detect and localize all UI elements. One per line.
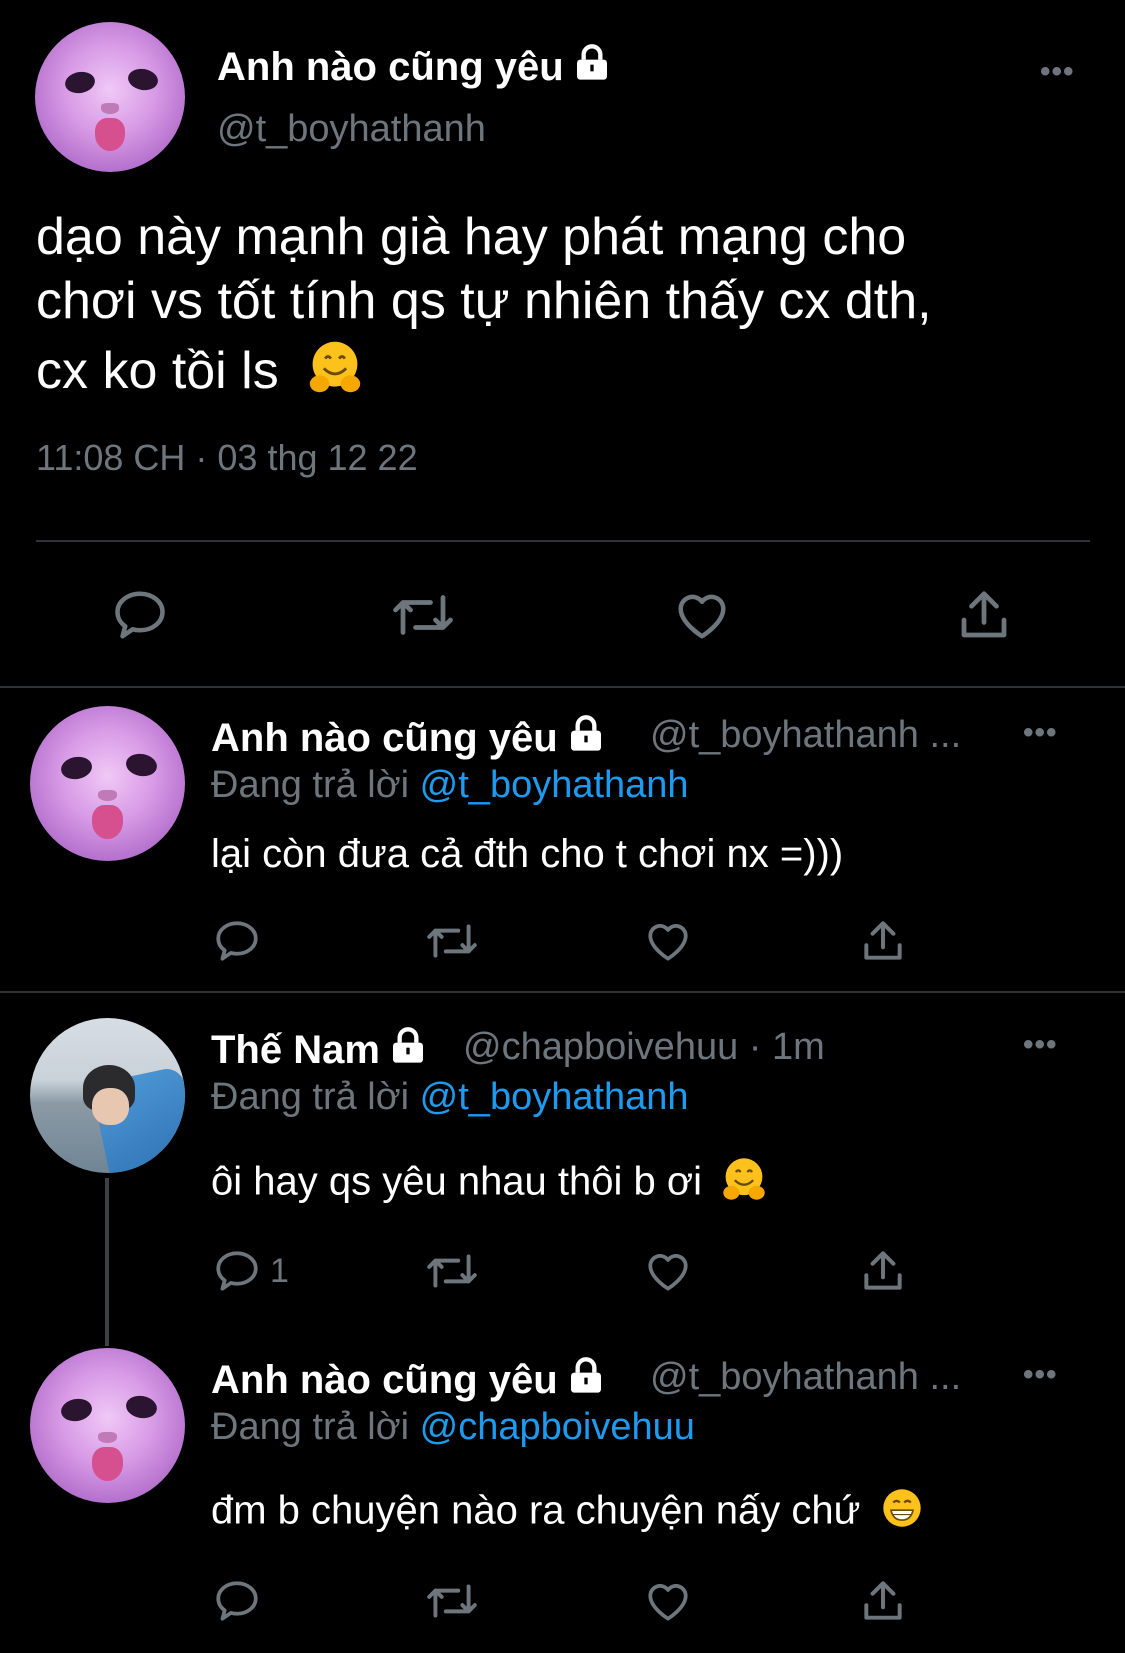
author-handle[interactable]: @t_boyhathanh ... <box>650 1356 961 1399</box>
author-handle[interactable]: @t_boyhathanh ... <box>650 714 961 757</box>
retweet-icon <box>393 595 453 635</box>
like-icon <box>678 594 726 639</box>
author-name-text: Anh nào cũng yêu <box>217 45 564 89</box>
share-icon <box>864 1251 902 1290</box>
replying-mention[interactable]: @t_boyhathanh <box>420 1076 689 1118</box>
like-icon <box>648 1254 688 1291</box>
reply-text: ôi hay qs yêu nhau thôi b ơi <box>211 1156 767 1212</box>
author-name[interactable]: Anh nào cũng yêu <box>211 1356 606 1406</box>
like-button[interactable] <box>643 1246 693 1296</box>
like-button[interactable] <box>672 585 732 645</box>
timestamp[interactable]: 11:08 CH · 03 thg 12 22 <box>36 437 418 479</box>
reply-icon <box>216 921 258 961</box>
lock-icon <box>572 43 612 93</box>
author-name[interactable]: Anh nào cũng yêu <box>211 714 606 764</box>
author-name-text: Anh nào cũng yêu <box>211 716 558 760</box>
tweet-text-line-3: cx ko tồi ls <box>36 342 279 401</box>
reply-text-content: đm b chuyện nào ra chuyện nấy chứ <box>211 1488 861 1533</box>
like-button[interactable] <box>643 1576 693 1626</box>
reply-icon <box>115 591 165 639</box>
avatar[interactable] <box>30 1018 185 1173</box>
reply-button[interactable] <box>212 1576 270 1626</box>
author-handle[interactable]: @chapboivehuu · 1m <box>463 1026 825 1069</box>
reply-text-content: ôi hay qs yêu nhau thôi b ơi <box>211 1159 702 1204</box>
avatar[interactable] <box>30 1348 185 1503</box>
replying-prefix: Đang trả lời <box>211 1076 410 1118</box>
retweet-button[interactable] <box>423 1246 481 1296</box>
more-icon[interactable]: ••• <box>1023 716 1058 750</box>
author-name-text: Thế Nam <box>211 1028 380 1072</box>
share-button[interactable] <box>858 1246 908 1296</box>
share-button[interactable] <box>954 585 1014 645</box>
main-tweet: Anh nào cũng yêu @t_boyhathanh ••• dạo n… <box>0 0 1125 688</box>
divider <box>0 991 1125 993</box>
share-icon <box>961 591 1007 638</box>
replying-to: Đang trả lời @chapboivehuu <box>211 1406 695 1449</box>
reply-text: lại còn đưa cả đth cho t chơi nx =))) <box>211 832 844 876</box>
reply-button[interactable]: 1 <box>212 1246 289 1296</box>
avatar[interactable] <box>35 22 185 172</box>
author-name[interactable]: Thế Nam <box>211 1026 428 1076</box>
share-button[interactable] <box>858 916 908 966</box>
divider <box>0 686 1125 688</box>
grinning-face-emoji <box>880 1486 924 1540</box>
share-icon <box>864 1581 902 1620</box>
avatar[interactable] <box>30 706 185 861</box>
lock-icon <box>566 714 606 764</box>
share-icon <box>864 921 902 960</box>
author-name[interactable]: Anh nào cũng yêu <box>217 43 612 93</box>
reply-text: đm b chuyện nào ra chuyện nấy chứ <box>211 1486 924 1540</box>
retweet-button[interactable] <box>388 585 458 645</box>
like-button[interactable] <box>643 916 693 966</box>
reply-icon <box>216 1251 258 1291</box>
replying-prefix: Đang trả lời <box>211 1406 410 1448</box>
reply-button[interactable] <box>110 585 170 645</box>
tweet-text: dạo này mạnh già hay phát mạng cho chơi … <box>36 205 1096 410</box>
retweet-button[interactable] <box>423 1576 481 1626</box>
replying-mention[interactable]: @chapboivehuu <box>420 1406 695 1448</box>
replying-prefix: Đang trả lời <box>211 764 410 806</box>
retweet-icon <box>427 1254 477 1288</box>
lock-icon <box>388 1026 428 1076</box>
lock-icon <box>566 1356 606 1406</box>
like-icon <box>648 1584 688 1621</box>
retweet-icon <box>427 924 477 958</box>
thread-connector <box>105 1178 109 1346</box>
replying-to: Đang trả lời @t_boyhathanh <box>211 1076 689 1119</box>
hugging-face-emoji <box>721 1156 767 1212</box>
tweet-text-line-2: chơi vs tốt tính qs tự nhiên thấy cx dth… <box>36 272 932 330</box>
reply-icon <box>216 1581 258 1621</box>
replying-to: Đang trả lời @t_boyhathanh <box>211 764 689 807</box>
replying-mention[interactable]: @t_boyhathanh <box>420 764 689 806</box>
reply-button[interactable] <box>212 916 270 966</box>
like-icon <box>648 924 688 961</box>
retweet-icon <box>427 1584 477 1618</box>
author-name-text: Anh nào cũng yêu <box>211 1358 558 1402</box>
more-icon[interactable]: ••• <box>1040 55 1075 89</box>
divider <box>36 540 1090 542</box>
hugging-face-emoji <box>307 339 363 410</box>
tweet-text-line-1: dạo này mạnh già hay phát mạng cho <box>36 208 907 266</box>
author-handle[interactable]: @t_boyhathanh <box>217 108 486 151</box>
more-icon[interactable]: ••• <box>1023 1028 1058 1062</box>
share-button[interactable] <box>858 1576 908 1626</box>
more-icon[interactable]: ••• <box>1023 1358 1058 1392</box>
retweet-button[interactable] <box>423 916 481 966</box>
reply-count: 1 <box>270 1251 289 1290</box>
